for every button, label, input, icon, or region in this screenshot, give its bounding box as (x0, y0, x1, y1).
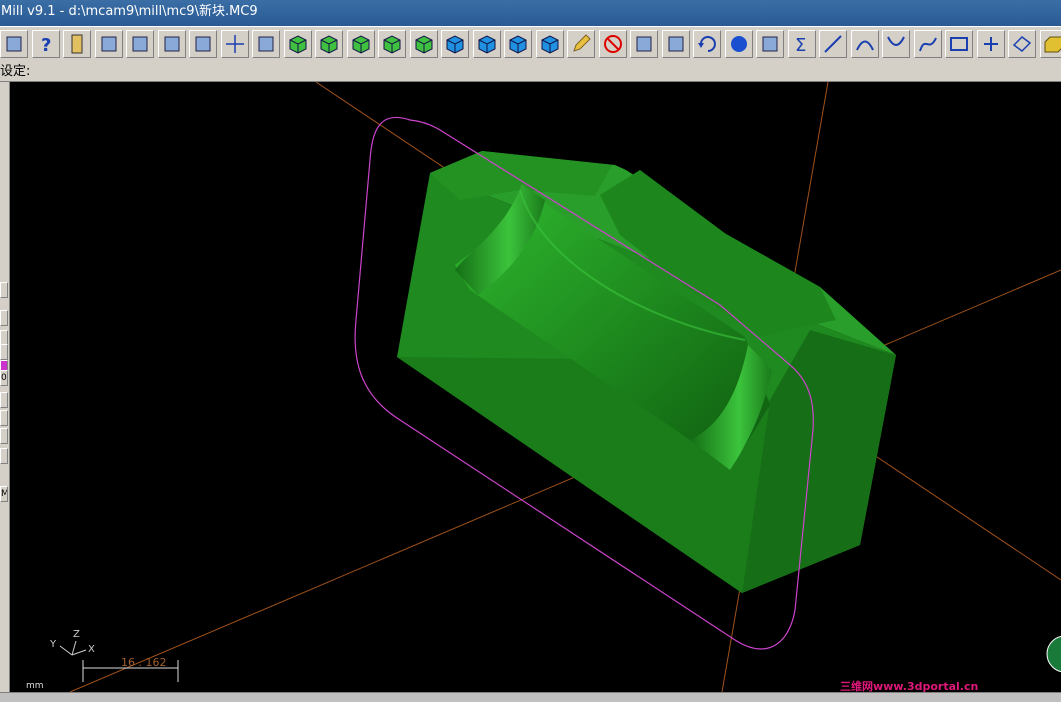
sum-button[interactable]: Σ (788, 30, 816, 58)
cube-view-2-icon (476, 33, 498, 55)
zoom-prev-icon (129, 33, 151, 55)
rotate-view-icon (287, 33, 309, 55)
watermark-text: 三维网www.3dportal.cn (840, 679, 978, 692)
cube-view-4-button[interactable] (536, 30, 564, 58)
rectangle-button[interactable] (945, 30, 973, 58)
iso-view-button[interactable] (315, 30, 343, 58)
pencil-button[interactable] (567, 30, 595, 58)
help-button[interactable]: ? (32, 30, 60, 58)
cube-view-1-button[interactable] (441, 30, 469, 58)
side-view-button[interactable] (410, 30, 438, 58)
analyze-icon (98, 33, 120, 55)
zoom-fit-button[interactable] (189, 30, 217, 58)
pan-icon (224, 33, 246, 55)
scale-value: 16 . 162 (121, 656, 166, 669)
main-toolbar: ?Σ (0, 26, 1061, 64)
undo-icon (696, 33, 718, 55)
left-menu-button[interactable] (0, 344, 8, 360)
calculator-icon (66, 33, 88, 55)
svg-text:Σ: Σ (795, 35, 806, 55)
layers-icon (759, 33, 781, 55)
help-icon: ? (35, 33, 57, 55)
axis-triad: Z Y X (49, 629, 95, 655)
zoom-window-button[interactable] (158, 30, 186, 58)
watermark-logo (1047, 636, 1061, 672)
units-label: mm (26, 681, 44, 691)
left-menu-button[interactable] (0, 410, 8, 426)
graphics-viewport[interactable]: Z Y X 16 . 162 mm 三维网www.3dportal.cn (10, 82, 1061, 692)
cube-view-1-icon (444, 33, 466, 55)
zoom-fit-icon (192, 33, 214, 55)
surface-icon (1011, 33, 1033, 55)
rectangle-icon (948, 33, 970, 55)
axis-z-label: Z (73, 629, 80, 640)
left-menu-button[interactable]: M (0, 486, 8, 502)
point-icon (980, 33, 1002, 55)
axis-y-label: Y (49, 639, 57, 650)
solid-icon (1043, 33, 1061, 55)
zoom-prev-button[interactable] (126, 30, 154, 58)
undo-button[interactable] (693, 30, 721, 58)
iso-view-icon (318, 33, 340, 55)
side-view-icon (413, 33, 435, 55)
front-view-icon (381, 33, 403, 55)
prompt-bar: 设定: (0, 62, 1061, 82)
shade-sphere-icon (728, 33, 750, 55)
transform-2-icon (665, 33, 687, 55)
transform-2-button[interactable] (662, 30, 690, 58)
point-button[interactable] (977, 30, 1005, 58)
pan-button[interactable] (221, 30, 249, 58)
arc-icon (854, 33, 876, 55)
line-icon (822, 33, 844, 55)
rotate-view-button[interactable] (284, 30, 312, 58)
left-menu-button[interactable] (0, 392, 8, 408)
svg-text:?: ? (41, 35, 51, 55)
zoom-window-icon (161, 33, 183, 55)
spline-button[interactable] (914, 30, 942, 58)
layers-button[interactable] (756, 30, 784, 58)
sum-icon: Σ (791, 33, 813, 55)
left-menu-panel: 0M (0, 82, 10, 692)
no-entry-icon (602, 33, 624, 55)
select-icon (255, 33, 277, 55)
shade-sphere-button[interactable] (725, 30, 753, 58)
solid-button[interactable] (1040, 30, 1061, 58)
left-menu-button[interactable] (0, 310, 8, 326)
arc-button[interactable] (851, 30, 879, 58)
viewport-canvas: Z Y X 16 . 162 mm 三维网www.3dportal.cn (10, 82, 1061, 692)
analyze-button[interactable] (95, 30, 123, 58)
surface-button[interactable] (1008, 30, 1036, 58)
unknown-icon (3, 33, 25, 55)
spline-icon (917, 33, 939, 55)
axis-x-label: X (88, 644, 95, 655)
left-menu-button[interactable] (0, 448, 8, 464)
no-entry-button[interactable] (599, 30, 627, 58)
cube-view-4-icon (539, 33, 561, 55)
cube-view-3-button[interactable] (504, 30, 532, 58)
line-button[interactable] (819, 30, 847, 58)
fillet-button[interactable] (882, 30, 910, 58)
unknown-button[interactable] (0, 30, 28, 58)
cube-view-3-icon (507, 33, 529, 55)
fillet-icon (885, 33, 907, 55)
transform-1-button[interactable] (630, 30, 658, 58)
title-bar: Mill v9.1 - d:\mcam9\mill\mc9\新块.MC9 (0, 0, 1061, 26)
window-title: Mill v9.1 - d:\mcam9\mill\mc9\新块.MC9 (0, 4, 258, 19)
left-menu-button[interactable]: 0 (0, 370, 8, 386)
cube-view-2-button[interactable] (473, 30, 501, 58)
left-menu-button[interactable] (0, 282, 8, 298)
front-view-button[interactable] (378, 30, 406, 58)
green-solid-block[interactable] (397, 151, 896, 593)
calculator-button[interactable] (63, 30, 91, 58)
prompt-text: 设定: (0, 64, 30, 79)
pencil-icon (570, 33, 592, 55)
top-view-button[interactable] (347, 30, 375, 58)
top-view-icon (350, 33, 372, 55)
select-button[interactable] (252, 30, 280, 58)
left-menu-button[interactable] (0, 428, 8, 444)
scale-bar: 16 . 162 (83, 656, 178, 682)
transform-1-icon (633, 33, 655, 55)
